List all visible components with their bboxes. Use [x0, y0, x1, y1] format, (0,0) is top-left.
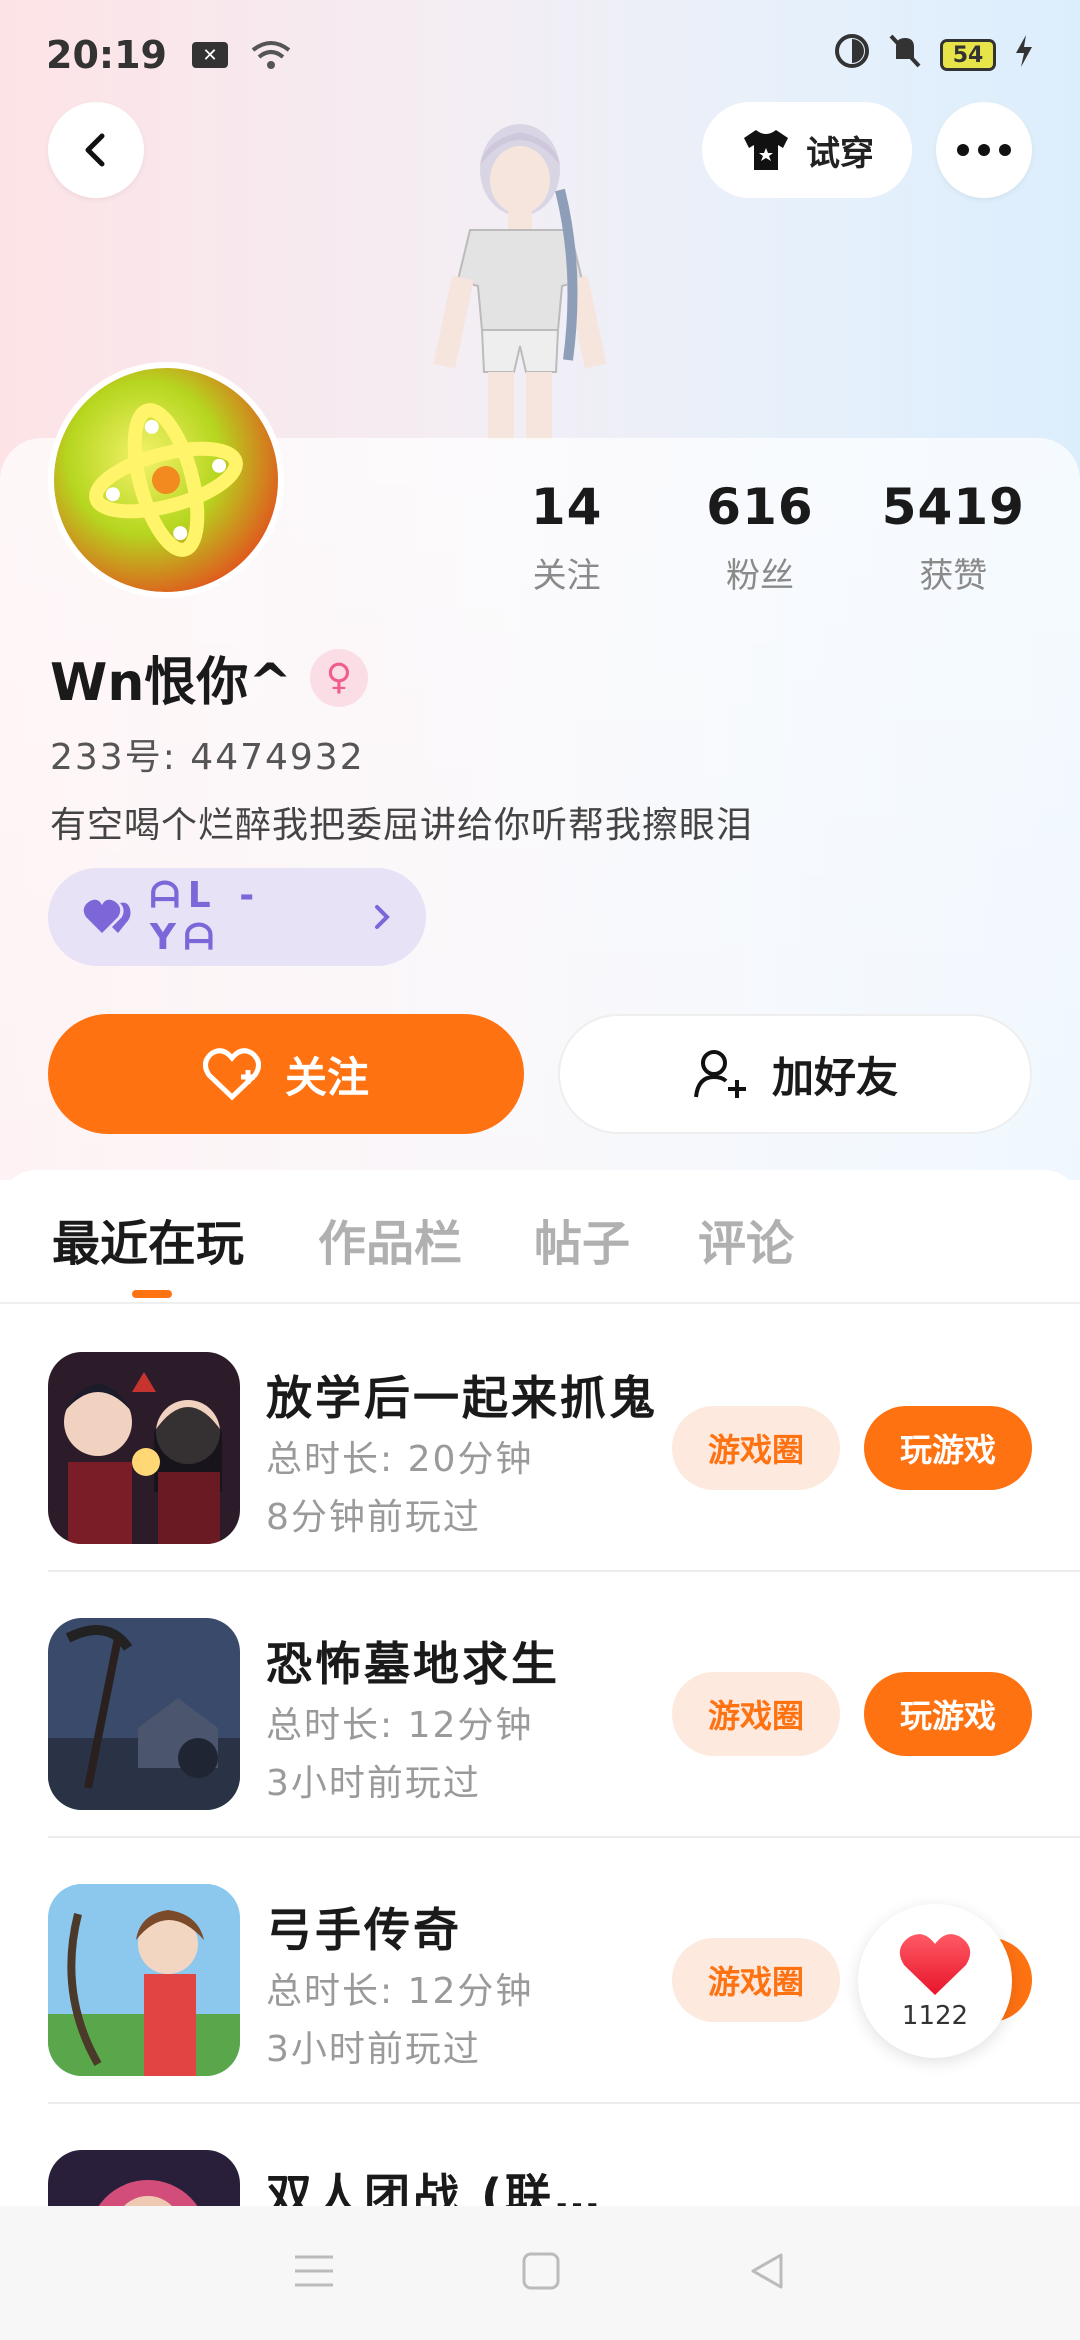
add-friend-button[interactable]: 加好友	[558, 1014, 1032, 1134]
chevron-left-icon	[85, 133, 105, 167]
mute-icon	[888, 33, 922, 78]
stat-followers-count: 616	[706, 478, 814, 536]
game-duration: 总时长: 12分钟	[266, 1705, 534, 1746]
game-thumbnail[interactable]	[48, 1618, 240, 1810]
like-count: 1122	[901, 2001, 969, 2031]
heart-icon	[899, 1934, 971, 1995]
back-button[interactable]	[48, 102, 144, 198]
try-on-button[interactable]: 试穿	[702, 102, 912, 198]
game-duration: 总时长: 12分钟	[266, 1971, 534, 2012]
follow-label: 关注	[284, 1052, 369, 1102]
list-item[interactable]: 恐怖墓地求生 总时长: 12分钟 3小时前玩过 游戏圈 玩游戏	[0, 1572, 1080, 1838]
try-on-label: 试穿	[806, 133, 874, 174]
nickname: Wn恨你^	[50, 653, 292, 713]
user-id: 233号: 4474932	[50, 737, 365, 778]
game-circle-button[interactable]: 游戏圈	[672, 1672, 840, 1756]
menu-nav-button[interactable]	[293, 2253, 335, 2293]
back-triangle-icon	[751, 2253, 783, 2289]
game-title: 恐怖墓地求生	[266, 1637, 560, 1691]
battery-icon: 54	[940, 39, 996, 71]
do-not-disturb-icon	[834, 33, 870, 78]
heart-plus-icon	[202, 1048, 261, 1101]
game-thumbnail[interactable]	[48, 1352, 240, 1544]
bio: 有空喝个烂醉我把委屈讲给你听帮我擦眼泪	[50, 805, 754, 846]
nickname-row: Wn恨你^ ♀	[50, 640, 368, 715]
game-last-played: 8分钟前玩过	[266, 1497, 481, 1538]
svg-text:✕: ✕	[202, 45, 217, 66]
profile-tabs: 最近在玩 作品栏 帖子 评论	[0, 1170, 1080, 1304]
game-last-played: 3小时前玩过	[266, 2029, 481, 2070]
game-title: 放学后一起来抓鬼	[266, 1371, 658, 1425]
play-game-button[interactable]: 玩游戏	[864, 1406, 1032, 1490]
game-circle-button[interactable]: 游戏圈	[672, 1406, 840, 1490]
cp-relationship-pill[interactable]: ᗩL - Yᗩ	[48, 868, 426, 966]
chevron-right-icon	[375, 905, 390, 929]
home-nav-button[interactable]	[521, 2251, 561, 2295]
game-circle-button[interactable]: 游戏圈	[672, 1938, 840, 2022]
home-square-icon	[522, 2252, 560, 2290]
game-title: 弓手传奇	[266, 1903, 462, 1957]
avatar-emblem-icon	[89, 403, 243, 557]
list-item[interactable]: 放学后一起来抓鬼 总时长: 20分钟 8分钟前玩过 游戏圈 玩游戏	[0, 1306, 1080, 1572]
shirt-icon	[744, 130, 788, 170]
follow-button[interactable]: 关注	[48, 1014, 524, 1134]
status-time: 20:19	[46, 33, 167, 77]
tab-works[interactable]: 作品栏	[318, 1204, 462, 1274]
more-button[interactable]	[936, 102, 1032, 198]
game-thumbnail[interactable]	[48, 1884, 240, 2076]
system-nav-bar	[0, 2206, 1080, 2340]
charging-icon	[1014, 34, 1034, 76]
stat-following-count: 14	[530, 478, 603, 536]
stat-followers-label: 粉丝	[725, 556, 794, 596]
avatar[interactable]	[48, 362, 284, 598]
profile-stats: 14 关注 616 粉丝 5419 获赞	[470, 478, 1050, 597]
notification-icon: ✕	[191, 40, 229, 70]
floating-like-button[interactable]: 1122	[858, 1904, 1012, 2058]
avatar-3d-figure[interactable]	[390, 110, 650, 440]
more-dots-icon	[957, 144, 1011, 156]
tab-posts[interactable]: 帖子	[534, 1204, 630, 1274]
cp-label: ᗩL - Yᗩ	[149, 875, 263, 958]
stat-following-label: 关注	[532, 556, 601, 596]
stat-following[interactable]: 14 关注	[470, 478, 663, 597]
game-duration: 总时长: 20分钟	[266, 1439, 534, 1480]
stat-likes-count: 5419	[881, 478, 1025, 536]
stat-likes[interactable]: 5419 获赞	[857, 478, 1050, 597]
game-last-played: 3小时前玩过	[266, 1763, 481, 1804]
stat-likes-label: 获赞	[919, 556, 988, 596]
menu-icon	[295, 2255, 333, 2287]
tab-comments[interactable]: 评论	[698, 1204, 794, 1274]
status-bar: 20:19 ✕ 54	[0, 0, 1080, 110]
heart-pair-icon	[83, 899, 131, 933]
play-game-button[interactable]: 玩游戏	[864, 1672, 1032, 1756]
active-tab-indicator	[132, 1290, 172, 1298]
female-gender-icon: ♀	[309, 648, 368, 707]
add-user-icon	[693, 1050, 746, 1098]
add-friend-label: 加好友	[771, 1052, 898, 1102]
tab-recent-played[interactable]: 最近在玩	[52, 1204, 244, 1274]
stat-followers[interactable]: 616 粉丝	[663, 478, 856, 597]
back-nav-button[interactable]	[747, 2251, 787, 2295]
wifi-icon	[251, 40, 291, 70]
